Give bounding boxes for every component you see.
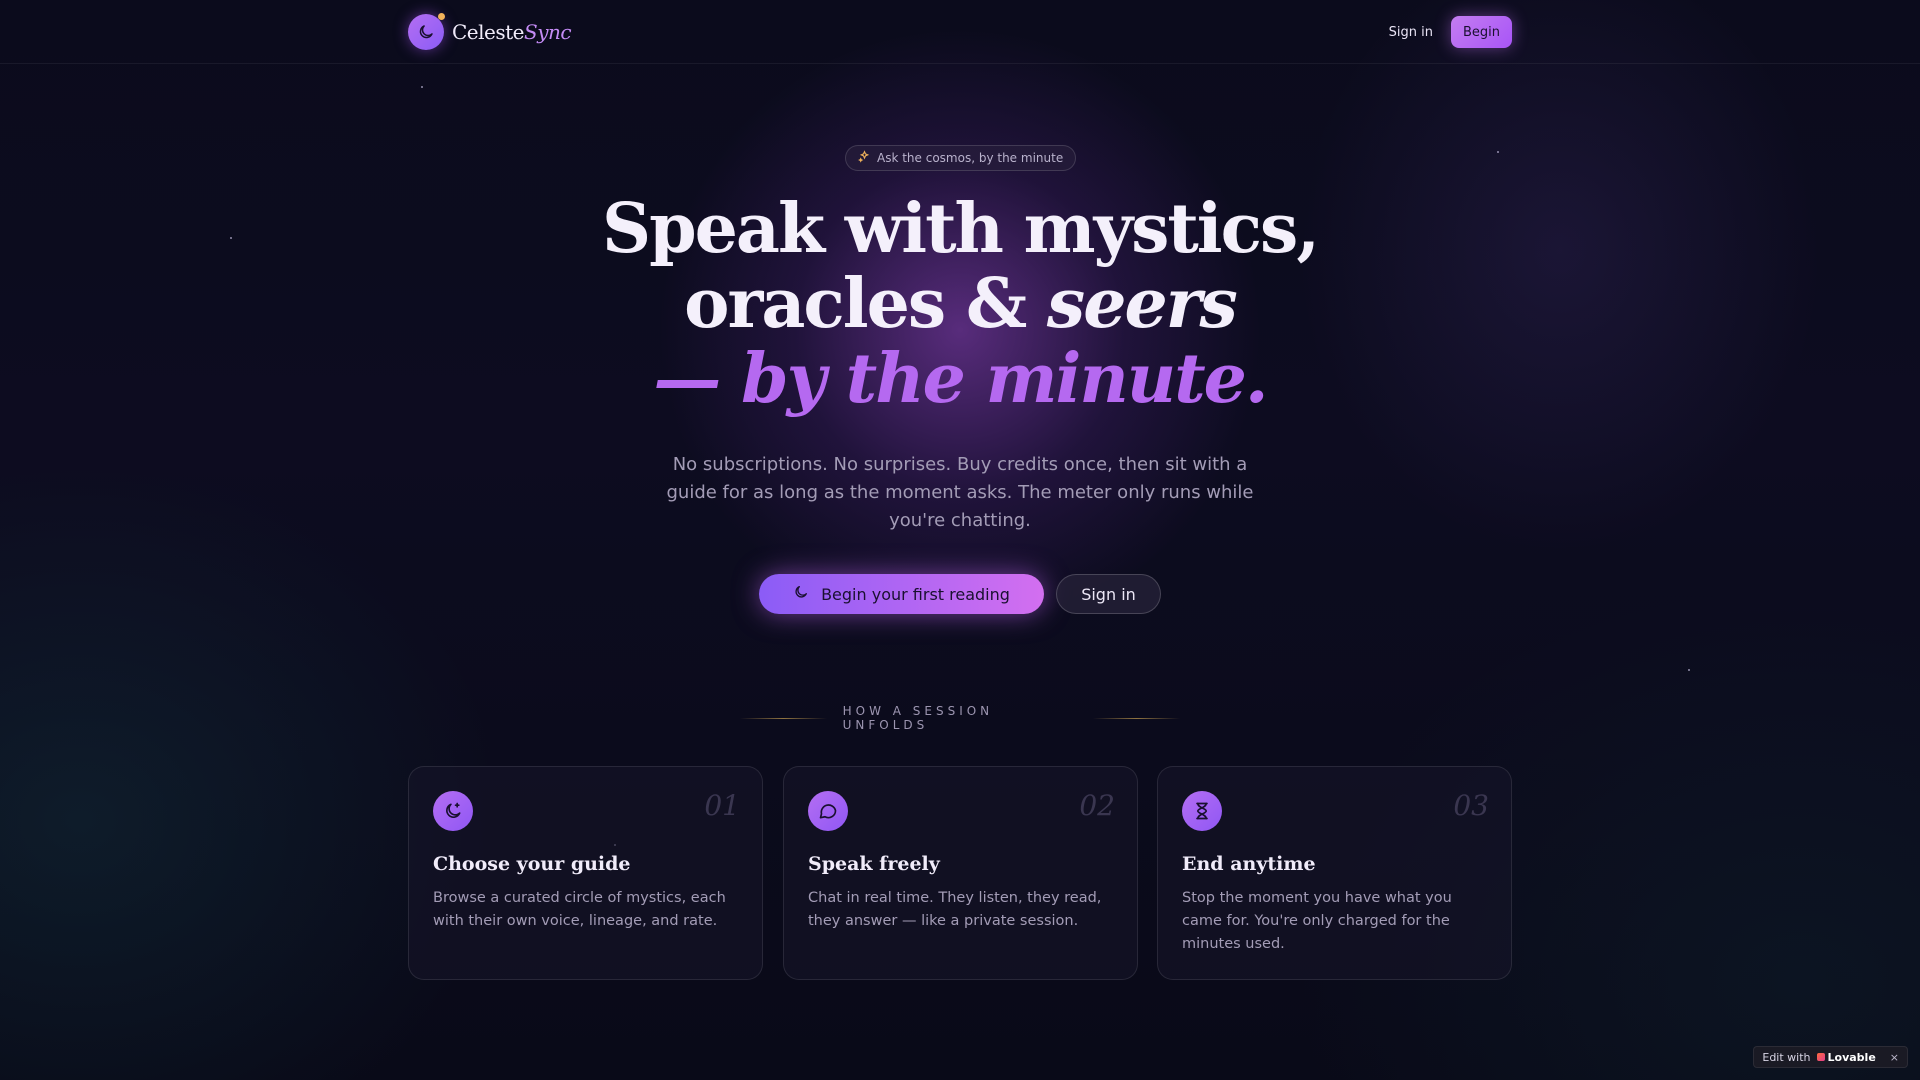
hero-badge: Ask the cosmos, by the minute: [845, 145, 1077, 171]
step-title: Speak freely: [808, 853, 940, 875]
signin-link[interactable]: Sign in: [1389, 25, 1433, 40]
lovable-logo: Lovable: [1816, 1051, 1876, 1064]
moon-star-icon: [433, 791, 473, 831]
step-card-speak-freely: 02 Speak freely Chat in real time. They …: [783, 766, 1138, 980]
step-description: Browse a curated circle of mystics, each…: [433, 890, 726, 929]
divider-line: [740, 717, 827, 719]
star: [1688, 669, 1690, 671]
step-number: 02: [1079, 789, 1115, 822]
header-nav: Sign in Begin: [1389, 16, 1512, 48]
begin-button[interactable]: Begin: [1450, 16, 1512, 48]
close-icon[interactable]: ×: [1890, 1051, 1899, 1064]
star: [230, 237, 232, 239]
step-number: 03: [1453, 789, 1489, 822]
step-title: End anytime: [1182, 853, 1316, 875]
lovable-badge-prefix: Edit with: [1762, 1050, 1811, 1064]
headline-line-2: oracles & seers: [684, 264, 1238, 344]
moon-icon: [793, 584, 809, 604]
hero-signin-button[interactable]: Sign in: [1056, 574, 1161, 614]
chat-bubble-icon: [808, 791, 848, 831]
star: [421, 86, 423, 88]
step-description: Chat in real time. They listen, they rea…: [808, 890, 1102, 929]
hourglass-icon: [1182, 791, 1222, 831]
brand-name: CelesteSync: [452, 20, 572, 44]
begin-reading-label: Begin your first reading: [821, 584, 1010, 604]
hero-badge-text: Ask the cosmos, by the minute: [877, 151, 1064, 165]
moon-icon: [408, 13, 445, 50]
star: [1497, 151, 1499, 153]
section-divider: HOW A SESSION UNFOLDS: [740, 704, 1180, 732]
step-description: Stop the moment you have what you came f…: [1182, 890, 1452, 952]
hero-subtext: No subscriptions. No surprises. Buy cred…: [666, 454, 1254, 531]
edit-with-lovable-badge[interactable]: Edit with Lovable ×: [1753, 1046, 1908, 1068]
brand-dot: [438, 13, 445, 20]
step-title: Choose your guide: [433, 853, 631, 875]
step-card-choose-guide: 01 Choose your guide Browse a curated ci…: [408, 766, 763, 980]
divider-line: [1093, 717, 1180, 719]
sparkles-icon: [858, 150, 871, 166]
brand-logo[interactable]: CelesteSync: [408, 13, 572, 50]
hero-headline: Speak with mystics, oracles & seers — by…: [560, 192, 1360, 417]
site-header: CelesteSync Sign in Begin: [0, 0, 1920, 64]
begin-reading-button[interactable]: Begin your first reading: [759, 574, 1044, 614]
step-number: 01: [704, 789, 740, 822]
headline-line-1: Speak with mystics,: [601, 189, 1320, 269]
headline-line-3: — by the minute.: [653, 339, 1268, 419]
heart-icon: [1816, 1053, 1825, 1061]
section-heading: HOW A SESSION UNFOLDS: [842, 704, 994, 732]
step-card-end-anytime: 03 End anytime Stop the moment you have …: [1157, 766, 1512, 980]
